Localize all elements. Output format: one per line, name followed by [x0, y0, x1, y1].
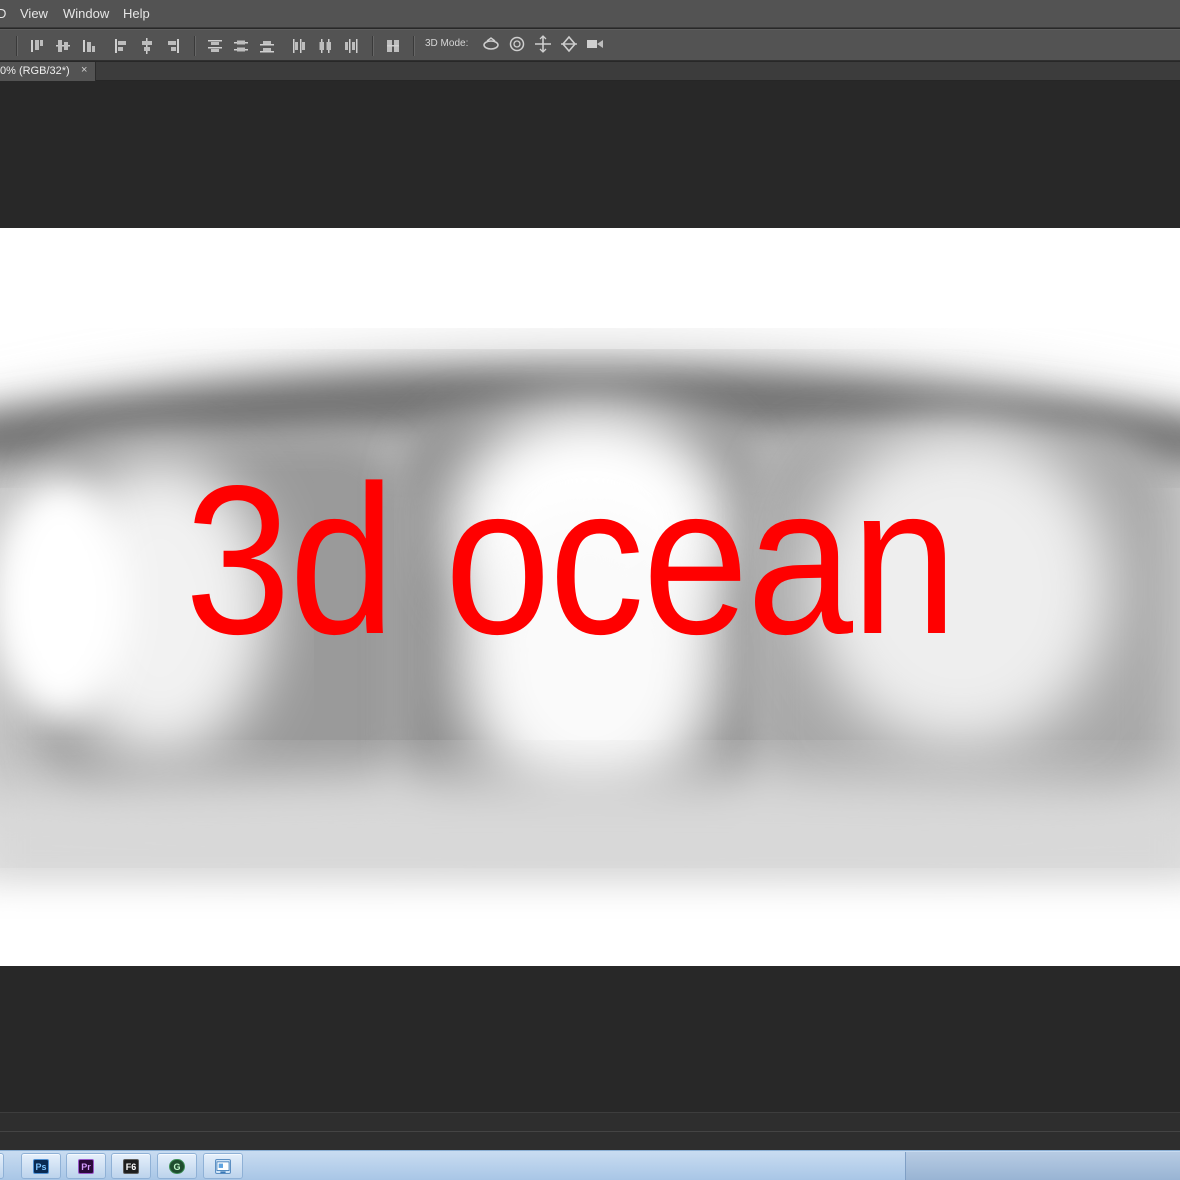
taskbar: Ps Pr F6 G	[0, 1150, 1180, 1180]
roll-3d-object-icon[interactable]	[508, 35, 526, 53]
distribute-top-edges-icon[interactable]	[208, 38, 222, 54]
green-app-icon: G	[169, 1159, 185, 1174]
photoshop-icon: Ps	[33, 1159, 49, 1174]
photoshop-window: D View Window Help 3D Mode: 0% (RGB/32*)	[0, 0, 1180, 1180]
toolbar-separator	[372, 36, 373, 56]
taskbar-button-premiere[interactable]: Pr	[66, 1153, 106, 1179]
toolbar-separator	[194, 36, 195, 56]
premiere-icon: Pr	[78, 1159, 94, 1174]
align-vertical-centers-icon[interactable]	[56, 38, 70, 54]
distribute-left-edges-icon[interactable]	[292, 38, 306, 54]
align-right-edges-icon[interactable]	[166, 38, 180, 54]
taskbar-button-green-app[interactable]: G	[157, 1153, 197, 1179]
scale-3d-object-icon[interactable]	[586, 35, 604, 53]
3d-mode-label: 3D Mode:	[425, 38, 469, 49]
menu-view[interactable]: View	[20, 6, 48, 22]
menu-help[interactable]: Help	[123, 6, 150, 22]
taskbar-button-f6[interactable]: F6	[111, 1153, 151, 1179]
align-top-edges-icon[interactable]	[30, 38, 44, 54]
f6-icon: F6	[123, 1159, 139, 1174]
menu-3d[interactable]: D	[0, 6, 6, 22]
document-tab-title: 0% (RGB/32*)	[0, 65, 70, 77]
canvas-text: 3d ocean	[184, 441, 957, 678]
menu-window[interactable]: Window	[63, 6, 109, 22]
document-canvas[interactable]: 3d ocean	[0, 228, 1180, 966]
distribute-right-edges-icon[interactable]	[344, 38, 358, 54]
distribute-horizontal-centers-icon[interactable]	[318, 38, 332, 54]
toolbar-separator	[16, 36, 17, 56]
canvas-text-layer[interactable]: 3d ocean	[0, 450, 1180, 670]
align-horizontal-centers-icon[interactable]	[140, 38, 154, 54]
align-bottom-edges-icon[interactable]	[82, 38, 96, 54]
rotate-3d-object-icon[interactable]	[482, 35, 500, 53]
close-icon[interactable]: ×	[81, 64, 87, 76]
document-tab-strip: 0% (RGB/32*) ×	[0, 62, 1180, 81]
document-tab[interactable]: 0% (RGB/32*) ×	[0, 62, 96, 81]
distribute-vertical-centers-icon[interactable]	[234, 38, 248, 54]
taskbar-button-partial[interactable]	[0, 1153, 4, 1179]
taskbar-button-photoshop[interactable]: Ps	[21, 1153, 61, 1179]
taskbar-button-window-app[interactable]	[203, 1153, 243, 1179]
distribute-bottom-edges-icon[interactable]	[260, 38, 274, 54]
auto-align-layers-icon[interactable]	[386, 38, 400, 54]
taskbar-tray-area	[905, 1152, 1180, 1180]
drag-3d-object-icon[interactable]	[534, 35, 552, 53]
bottom-panel	[0, 1112, 1180, 1150]
panel-divider	[0, 1131, 1180, 1132]
menu-bar: D View Window Help	[0, 0, 1180, 28]
toolbar-separator	[413, 36, 414, 56]
window-app-icon	[215, 1159, 231, 1174]
align-left-edges-icon[interactable]	[114, 38, 128, 54]
slide-3d-object-icon[interactable]	[560, 35, 578, 53]
